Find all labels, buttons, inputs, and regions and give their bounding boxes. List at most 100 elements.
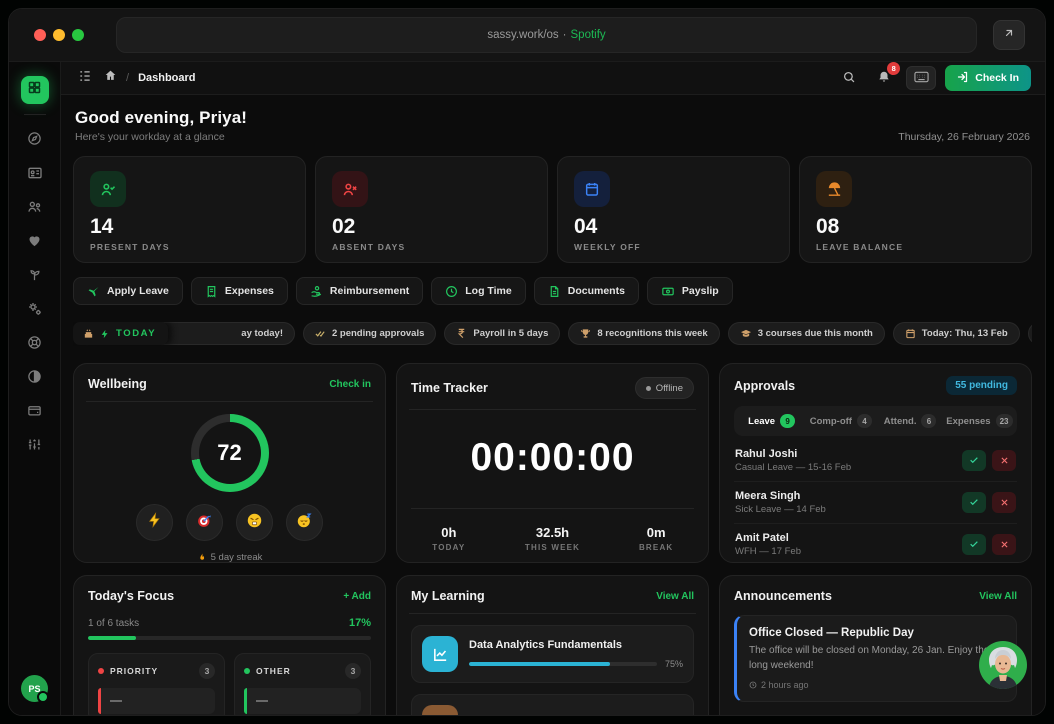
wellbeing-card: Wellbeing Check in 72 — [73, 363, 386, 563]
sidebar-item-reports[interactable] — [20, 362, 50, 396]
course-title: Data Analytics Fundamentals — [469, 639, 683, 651]
browser-topbar: sassy.work/os · Spotify — [9, 9, 1045, 62]
task-item[interactable] — [98, 688, 215, 714]
add-task-button[interactable]: + Add — [343, 591, 371, 602]
mood-focus-button[interactable] — [186, 504, 223, 541]
mood-sleepy-button[interactable] — [286, 504, 323, 541]
approve-button[interactable] — [962, 450, 986, 471]
notifications-button[interactable]: 8 — [871, 66, 897, 90]
sidebar-item-explore[interactable] — [20, 124, 50, 158]
ticker-today-badge: TODAY — [73, 322, 168, 345]
minimize-window-button[interactable] — [53, 29, 65, 41]
ticker-pill[interactable]: 3 courses due this month — [728, 322, 885, 345]
sidebar-item-help[interactable] — [20, 328, 50, 362]
sidebar-item-growth[interactable] — [20, 260, 50, 294]
tab-comp-off[interactable]: Comp-off 4 — [807, 409, 874, 433]
payslip-button[interactable]: Payslip — [647, 277, 733, 305]
sidebar-item-id-card[interactable] — [20, 158, 50, 192]
mood-row — [88, 504, 371, 541]
angry-face-emoji-icon — [246, 512, 263, 534]
task-checkbox[interactable] — [256, 700, 268, 702]
life-buoy-icon — [27, 335, 42, 355]
user-x-icon — [332, 171, 368, 207]
search-button[interactable] — [836, 66, 862, 90]
breadcrumb-home[interactable] — [104, 69, 117, 87]
approve-button[interactable] — [962, 492, 986, 513]
priority-column: PRIORITY 3 — [88, 653, 225, 716]
announcements-view-all-link[interactable]: View All — [979, 591, 1017, 602]
tab-label: Expenses — [946, 416, 990, 427]
user-avatar[interactable]: PS — [21, 675, 48, 702]
announcement-time: 2 hours ago — [761, 680, 809, 690]
ticker-pill[interactable]: 8 recognitions this week — [568, 322, 719, 345]
documents-button[interactable]: Documents — [534, 277, 639, 305]
ticker-pill[interactable]: 3 on leave today — [1028, 322, 1032, 345]
reject-button[interactable] — [992, 534, 1016, 555]
course-item[interactable]: Leadership Essentials — [411, 694, 694, 716]
course-progress-bar — [469, 662, 657, 666]
card-title: Approvals — [734, 379, 795, 393]
pending-count-badge: 55 pending — [946, 376, 1017, 395]
ticker-pill[interactable]: Payroll in 5 days — [444, 322, 560, 345]
task-item[interactable] — [244, 688, 361, 714]
stat-card-weekly-off[interactable]: 04 WEEKLY OFF — [557, 156, 790, 263]
check-in-label: Check In — [975, 72, 1019, 84]
sprout-icon — [27, 267, 42, 287]
hand-coins-icon — [310, 285, 323, 298]
tab-expenses[interactable]: Expenses 23 — [946, 409, 1013, 433]
sidebar-item-wallet[interactable] — [20, 396, 50, 430]
stat-card-present-days[interactable]: 14 PRESENT DAYS — [73, 156, 306, 263]
approve-button[interactable] — [962, 534, 986, 555]
other-column: OTHER 3 — [234, 653, 371, 716]
reimbursement-button[interactable]: Reimbursement — [296, 277, 423, 305]
learning-view-all-link[interactable]: View All — [656, 591, 694, 602]
keyboard-shortcuts-button[interactable] — [906, 66, 936, 90]
sidebar-item-dashboard[interactable] — [21, 76, 49, 104]
divider — [409, 613, 696, 614]
breadcrumb-separator: / — [126, 72, 129, 84]
timer-display: 00:00:00 — [411, 436, 694, 480]
url-text: sassy.work/os — [487, 29, 558, 41]
tracker-stat-value: 0h — [397, 525, 501, 540]
sidebar-item-settings[interactable] — [20, 294, 50, 328]
wellbeing-score: 72 — [217, 440, 241, 466]
close-window-button[interactable] — [34, 29, 46, 41]
tab-attendance[interactable]: Attend. 6 — [877, 409, 944, 433]
apply-leave-button[interactable]: Apply Leave — [73, 277, 183, 305]
mood-energy-button[interactable] — [136, 504, 173, 541]
sidebar: PS — [9, 62, 61, 716]
page-title: Good evening, Priya! — [75, 108, 1030, 128]
card-title: My Learning — [411, 589, 485, 603]
other-dot-icon — [244, 668, 250, 674]
stat-card-leave-balance[interactable]: 08 LEAVE BALANCE — [799, 156, 1032, 263]
wellbeing-check-in-link[interactable]: Check in — [329, 379, 371, 390]
sidebar-item-team[interactable] — [20, 192, 50, 226]
task-checkbox[interactable] — [110, 700, 122, 702]
flame-icon — [197, 552, 207, 563]
open-external-button[interactable] — [993, 20, 1025, 50]
tracker-stat-label: TODAY — [397, 543, 501, 552]
url-bar[interactable]: sassy.work/os · Spotify — [116, 17, 977, 53]
tracker-stat-label: THIS WEEK — [501, 543, 605, 552]
page-header: / Dashboard 8 Check In — [61, 62, 1045, 95]
sidebar-toggle-button[interactable] — [75, 66, 95, 90]
clock-icon — [445, 285, 458, 298]
ticker-pill[interactable]: 2 pending approvals — [303, 322, 436, 345]
course-item[interactable]: Data Analytics Fundamentals 75% — [411, 625, 694, 683]
ticker-pill[interactable]: Today: Thu, 13 Feb — [893, 322, 1020, 345]
stat-card-absent-days[interactable]: 02 ABSENT DAYS — [315, 156, 548, 263]
sidebar-item-wellbeing[interactable] — [20, 226, 50, 260]
reject-button[interactable] — [992, 450, 1016, 471]
assistant-avatar[interactable] — [975, 637, 1031, 693]
tab-leave[interactable]: Leave 9 — [738, 409, 805, 433]
mood-stressed-button[interactable] — [236, 504, 273, 541]
maximize-window-button[interactable] — [72, 29, 84, 41]
beach-umbrella-icon — [816, 171, 852, 207]
trophy-icon — [580, 328, 591, 339]
check-in-button[interactable]: Check In — [945, 65, 1031, 91]
expenses-button[interactable]: Expenses — [191, 277, 288, 305]
log-time-button[interactable]: Log Time — [431, 277, 525, 305]
sidebar-item-preferences[interactable] — [20, 430, 50, 464]
panel-toggle-icon — [78, 69, 92, 88]
reject-button[interactable] — [992, 492, 1016, 513]
